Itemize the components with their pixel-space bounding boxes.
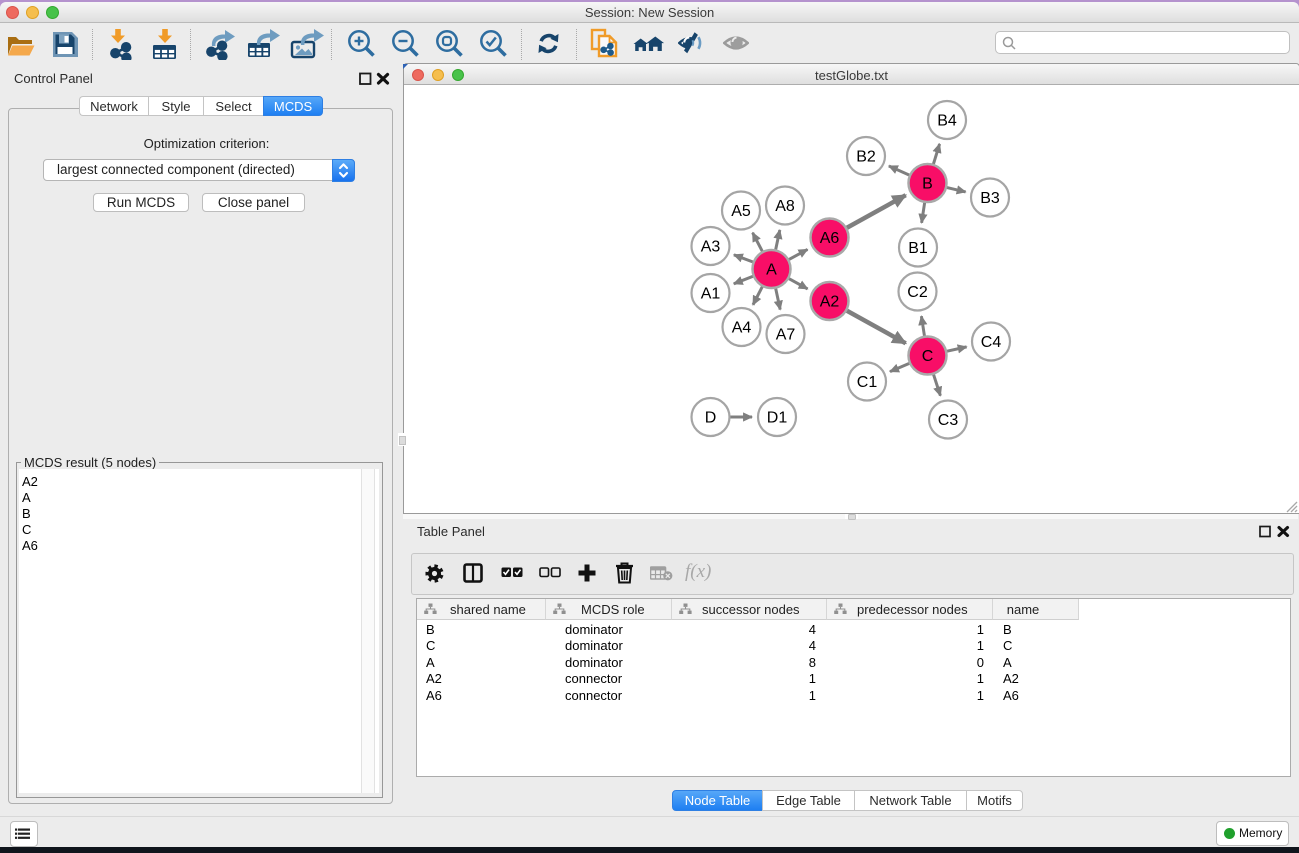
svg-text:C2: C2	[907, 284, 928, 301]
svg-text:C1: C1	[857, 374, 878, 391]
svg-text:D: D	[705, 410, 717, 427]
svg-text:A1: A1	[701, 286, 721, 303]
svg-text:C: C	[922, 348, 934, 365]
svg-text:A: A	[766, 262, 777, 279]
svg-text:B1: B1	[908, 240, 928, 257]
svg-text:D1: D1	[767, 410, 788, 427]
svg-text:A5: A5	[731, 203, 751, 220]
svg-text:C3: C3	[938, 412, 959, 429]
svg-text:A7: A7	[776, 327, 796, 344]
svg-text:B2: B2	[856, 149, 876, 166]
svg-text:A2: A2	[820, 294, 840, 311]
svg-text:A4: A4	[732, 320, 752, 337]
svg-text:A3: A3	[701, 239, 721, 256]
svg-text:A6: A6	[820, 230, 840, 247]
svg-text:C4: C4	[981, 334, 1002, 351]
svg-text:B: B	[922, 176, 933, 193]
svg-text:B4: B4	[937, 113, 957, 130]
svg-text:B3: B3	[980, 190, 1000, 207]
svg-text:A8: A8	[775, 198, 795, 215]
